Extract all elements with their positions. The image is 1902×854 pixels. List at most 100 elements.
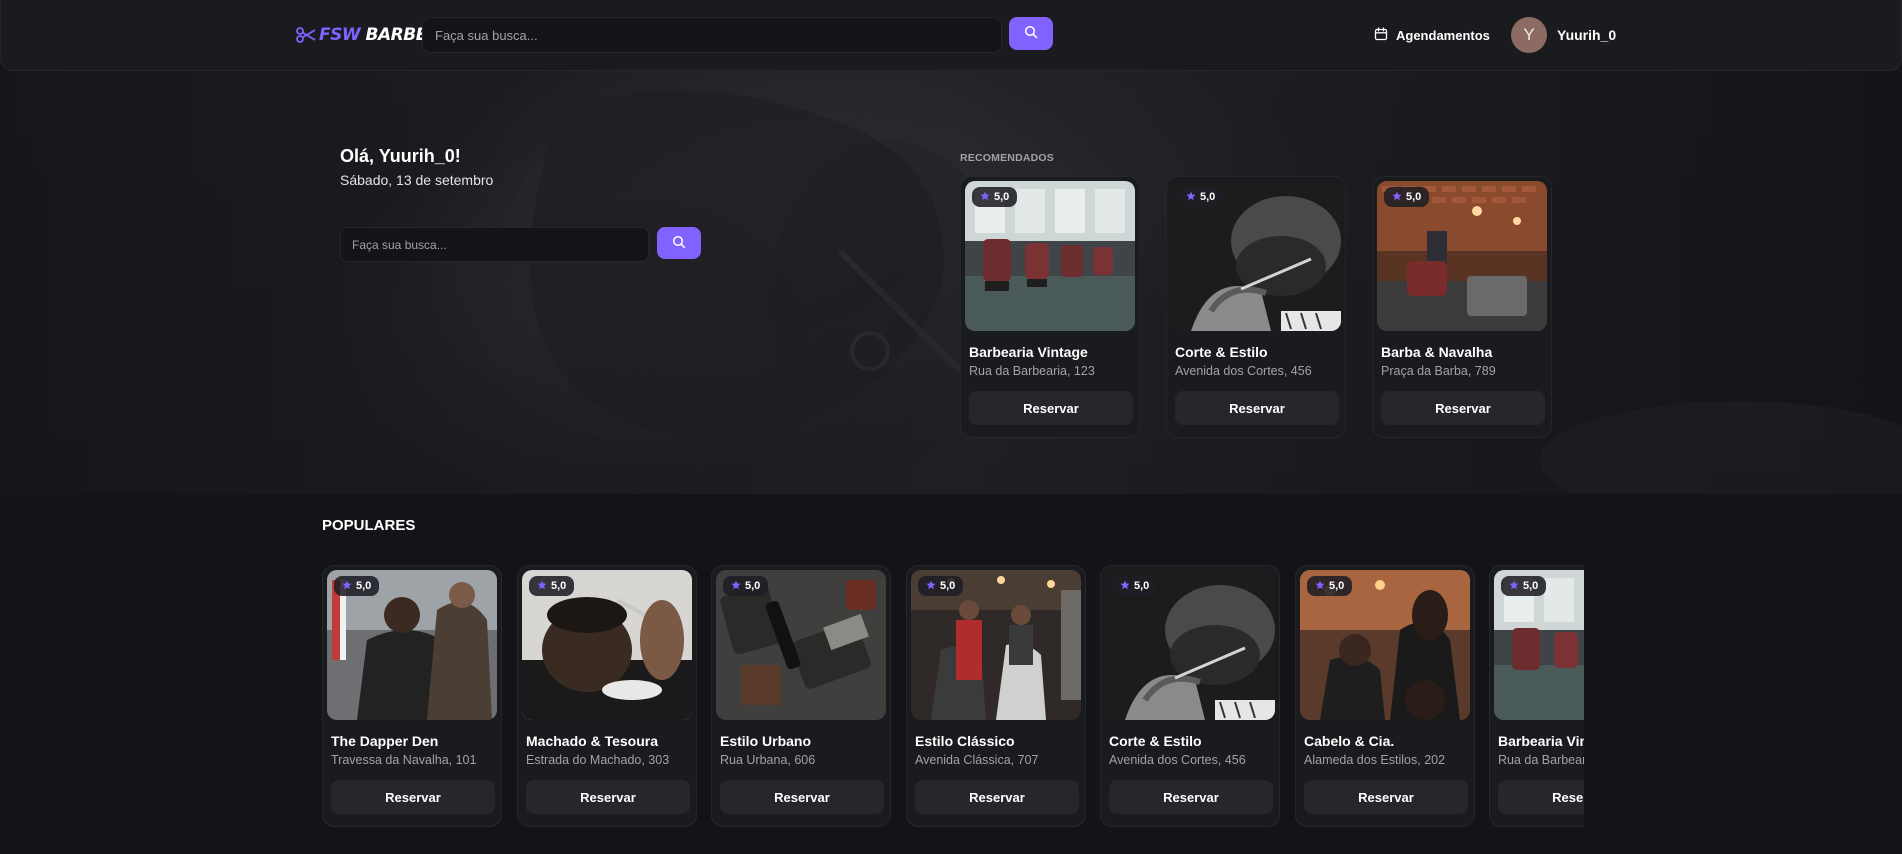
rating-value: 5,0 [994, 191, 1010, 203]
reserve-button[interactable]: Reservar [526, 780, 690, 814]
barbershop-address: Rua da Barbearia, 123 [1498, 753, 1584, 767]
rating-value: 5,0 [551, 580, 567, 592]
rating-value: 5,0 [1134, 580, 1150, 592]
star-icon [1509, 580, 1519, 593]
barbershop-image: 5,0 [522, 570, 692, 720]
barbershop-card[interactable]: 5,0 Barbearia Vintage Rua da Barbearia, … [1489, 565, 1584, 827]
barbershop-image: 5,0 [1300, 570, 1470, 720]
star-icon [731, 580, 741, 593]
barbershop-card[interactable]: 5,0 Corte & Estilo Avenida dos Cortes, 4… [1166, 176, 1346, 438]
rating-badge: 5,0 [972, 187, 1018, 207]
barbershop-card[interactable]: 5,0 Estilo Urbano Rua Urbana, 606 Reserv… [711, 565, 891, 827]
reserve-button[interactable]: Reservar [1381, 391, 1545, 425]
barbershop-card[interactable]: 5,0 Barba & Navalha Praça da Barba, 789 … [1372, 176, 1552, 438]
star-icon [1392, 191, 1402, 204]
rating-badge: 5,0 [1178, 187, 1224, 207]
barbershop-image: 5,0 [911, 570, 1081, 720]
greeting: Olá, Yuurih_0! [340, 146, 461, 166]
barbershop-image: 5,0 [1494, 570, 1584, 720]
barbershop-image: 5,0 [1377, 181, 1547, 331]
reserve-button[interactable]: Reservar [331, 780, 495, 814]
hero-overlay [0, 71, 1902, 494]
barbershop-card[interactable]: 5,0 Barbearia Vintage Rua da Barbearia, … [960, 176, 1140, 438]
barbershop-image: 5,0 [327, 570, 497, 720]
rating-value: 5,0 [1200, 191, 1216, 203]
barbershop-name: Barba & Navalha [1381, 344, 1493, 360]
barbershop-name: Barbearia Vintage [969, 344, 1088, 360]
user-name: Yuurih_0 [1557, 27, 1617, 43]
barbershop-address: Rua Urbana, 606 [720, 753, 816, 767]
logo[interactable]: FSW BARBER [296, 22, 440, 48]
barbershop-card[interactable]: 5,0 The Dapper Den Travessa da Navalha, … [322, 565, 502, 827]
search-icon [672, 235, 686, 252]
barbershop-address: Praça da Barba, 789 [1381, 364, 1496, 378]
header-search-input[interactable] [422, 17, 1002, 53]
rating-badge: 5,0 [334, 576, 380, 596]
barbershop-image: 5,0 [716, 570, 886, 720]
calendar-icon [1374, 26, 1388, 44]
rating-value: 5,0 [1523, 580, 1539, 592]
barbershop-name: Corte & Estilo [1175, 344, 1268, 360]
star-icon [537, 580, 547, 593]
barbershop-name: Cabelo & Cia. [1304, 733, 1395, 749]
barbershop-image: 5,0 [1171, 181, 1341, 331]
user-menu[interactable]: Y Yuurih_0 [1511, 17, 1616, 53]
rating-badge: 5,0 [918, 576, 964, 596]
star-icon [1120, 580, 1130, 593]
reserve-button[interactable]: Reservar [1175, 391, 1339, 425]
recommended-title: RECOMENDADOS [960, 152, 1054, 164]
hero-banner [0, 71, 1902, 494]
barbershop-image: 5,0 [965, 181, 1135, 331]
star-icon [1186, 191, 1196, 204]
rating-value: 5,0 [1406, 191, 1422, 203]
barbershop-address: Avenida dos Cortes, 456 [1175, 364, 1312, 378]
popular-title: POPULARES [322, 517, 416, 534]
popular-carousel[interactable]: 5,0 The Dapper Den Travessa da Navalha, … [322, 565, 1584, 830]
reserve-button[interactable]: Reservar [720, 780, 884, 814]
reserve-button[interactable]: Reservar [1498, 780, 1584, 814]
barbershop-address: Alameda dos Estilos, 202 [1304, 753, 1446, 767]
star-icon [1315, 580, 1325, 593]
barbershop-address: Rua da Barbearia, 123 [969, 364, 1095, 378]
barbershop-name: Machado & Tesoura [526, 733, 658, 749]
header: FSW BARBER Agendamentos Y Yuurih_0 [0, 0, 1902, 71]
barbershop-name: Estilo Urbano [720, 733, 812, 749]
barbershop-name: Estilo Clássico [915, 733, 1015, 749]
rating-value: 5,0 [1329, 580, 1345, 592]
hero-search-input[interactable] [340, 227, 649, 262]
hero-search-button[interactable] [657, 227, 701, 259]
scissors-icon [296, 27, 316, 43]
barbershop-card[interactable]: 5,0 Cabelo & Cia. Alameda dos Estilos, 2… [1295, 565, 1475, 827]
barbershop-name: Barbearia Vintage [1498, 733, 1584, 749]
reserve-button[interactable]: Reservar [1109, 780, 1273, 814]
barbershop-address: Avenida Clássica, 707 [915, 753, 1039, 767]
header-search-button[interactable] [1009, 17, 1053, 50]
barbershop-name: The Dapper Den [331, 733, 439, 749]
barbershop-name: Corte & Estilo [1109, 733, 1202, 749]
barbershop-card[interactable]: 5,0 Estilo Clássico Avenida Clássica, 70… [906, 565, 1086, 827]
rating-badge: 5,0 [723, 576, 769, 596]
logo-fsw: FSW [319, 25, 361, 45]
reserve-button[interactable]: Reservar [969, 391, 1133, 425]
star-icon [342, 580, 352, 593]
avatar: Y [1511, 17, 1547, 53]
rating-badge: 5,0 [529, 576, 575, 596]
current-date: Sábado, 13 de setembro [340, 172, 494, 188]
rating-value: 5,0 [940, 580, 956, 592]
rating-value: 5,0 [356, 580, 372, 592]
barbershop-card[interactable]: 5,0 Machado & Tesoura Estrada do Machado… [517, 565, 697, 827]
reserve-button[interactable]: Reservar [915, 780, 1079, 814]
reserve-button[interactable]: Reservar [1304, 780, 1468, 814]
barbershop-address: Travessa da Navalha, 101 [331, 753, 477, 767]
barbershop-address: Estrada do Machado, 303 [526, 753, 670, 767]
star-icon [980, 191, 990, 204]
search-icon [1024, 25, 1038, 42]
rating-badge: 5,0 [1112, 576, 1158, 596]
barbershop-image: 5,0 [1105, 570, 1275, 720]
barbershop-card[interactable]: 5,0 Corte & Estilo Avenida dos Cortes, 4… [1100, 565, 1280, 827]
appointments-label: Agendamentos [1396, 27, 1490, 43]
rating-badge: 5,0 [1384, 187, 1430, 207]
rating-value: 5,0 [745, 580, 761, 592]
appointments-link[interactable]: Agendamentos [1374, 25, 1490, 45]
rating-badge: 5,0 [1307, 576, 1353, 596]
